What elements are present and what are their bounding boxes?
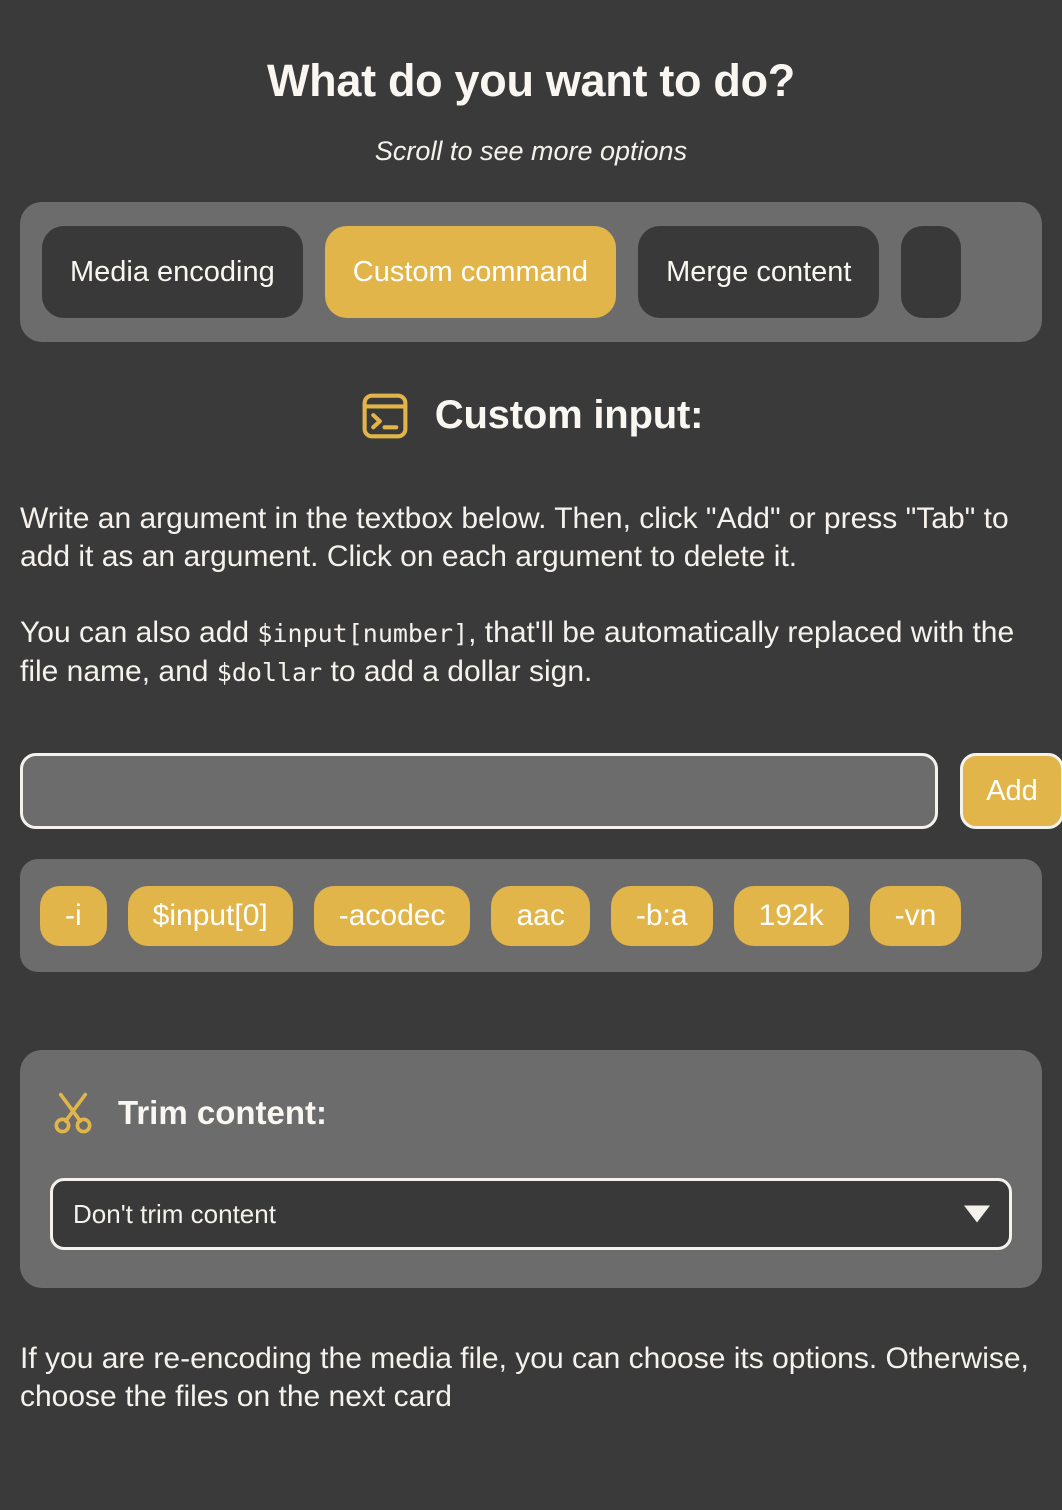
scissors-icon — [50, 1090, 96, 1136]
add-argument-button[interactable]: Add — [960, 753, 1062, 830]
instructions-paragraph-1: Write an argument in the textbox below. … — [20, 501, 1009, 573]
argument-input[interactable] — [20, 753, 938, 830]
trim-mode-select[interactable]: Don't trim content — [50, 1178, 1012, 1251]
argument-input-row: Add — [20, 753, 1062, 830]
instructions: Write an argument in the textbox below. … — [20, 500, 1042, 692]
custom-input-heading: Custom input: — [20, 390, 1042, 442]
tab-media-encoding[interactable]: Media encoding — [42, 225, 303, 318]
mode-tab-strip[interactable]: Media encoding Custom command Merge cont… — [20, 201, 1042, 342]
argument-chip[interactable]: 192k — [733, 885, 849, 946]
custom-command-screen: What do you want to do? Scroll to see mo… — [0, 56, 1062, 1510]
tab-next-partial[interactable] — [901, 225, 962, 318]
trim-content-card: Trim content: Don't trim content — [20, 1050, 1042, 1289]
instructions-text-a: You can also add — [20, 616, 258, 650]
code-input-token: $input[number] — [257, 619, 469, 649]
argument-chip[interactable]: -vn — [869, 885, 962, 946]
argument-chip-list: -i $input[0] -acodec aac -b:a 192k -vn — [20, 859, 1042, 973]
argument-chip[interactable]: aac — [491, 885, 590, 946]
instructions-text-c: to add a dollar sign. — [322, 654, 593, 688]
instructions-paragraph-2: You can also add $input[number], that'll… — [20, 614, 1042, 691]
argument-chip[interactable]: -b:a — [610, 885, 713, 946]
trim-content-title: Trim content: — [118, 1094, 328, 1132]
tab-custom-command[interactable]: Custom command — [324, 225, 617, 318]
footer-note: If you are re-encoding the media file, y… — [20, 1342, 1029, 1414]
section-title: Custom input: — [434, 393, 704, 437]
page-title: What do you want to do? — [266, 55, 795, 106]
trim-select-wrap: Don't trim content — [50, 1178, 1012, 1251]
argument-chip[interactable]: $input[0] — [127, 885, 293, 946]
argument-chip[interactable]: -i — [40, 885, 107, 946]
terminal-icon — [359, 390, 411, 442]
trim-content-heading: Trim content: — [50, 1090, 1012, 1136]
tab-merge-content[interactable]: Merge content — [638, 225, 880, 318]
page-subtitle: Scroll to see more options — [374, 135, 688, 166]
argument-chip[interactable]: -acodec — [313, 885, 471, 946]
code-dollar-token: $dollar — [216, 657, 323, 687]
